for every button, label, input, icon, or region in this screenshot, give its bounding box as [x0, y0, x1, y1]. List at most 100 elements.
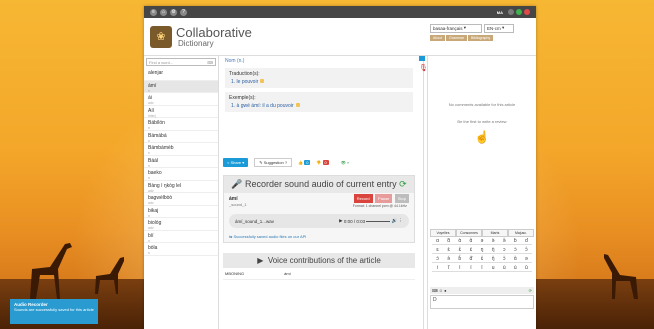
keyboard-key[interactable]: ú [509, 265, 521, 272]
settings-icon[interactable]: ⚙ [170, 8, 177, 16]
emoji-icon[interactable]: ☺ [439, 288, 443, 293]
word-list-item[interactable]: baeko n [144, 168, 218, 181]
recorder-title: 🎤 Recorder sound audio of current entry … [224, 176, 414, 193]
keyboard-key[interactable]: ɔ̂ [520, 247, 532, 254]
comment-input[interactable]: D [430, 295, 534, 309]
keyboard-key[interactable]: i [432, 265, 444, 272]
hand-pointer-icon[interactable]: ☝ [432, 130, 532, 144]
keyboard-key[interactable]: ǐ [476, 265, 488, 272]
more-options-icon[interactable]: ⋮ [399, 218, 404, 224]
keyboard-key[interactable]: ǝ̀ [487, 238, 499, 245]
word-list-item[interactable]: Bàng ì ŋkòg lel adv [144, 181, 218, 193]
close-icon[interactable] [419, 56, 425, 61]
audio-recorder-toast[interactable]: Audio Recorder Sounds are successfully s… [10, 299, 98, 324]
word-list-item[interactable]: ámí n [144, 80, 218, 93]
suggestion-button[interactable]: ✎ Suggestion ? [254, 158, 293, 167]
keyboard-key[interactable]: ɓ̌ [454, 256, 466, 263]
pause-button[interactable]: Pause [375, 194, 393, 203]
keyboard-key[interactable]: ɛ́ [465, 247, 477, 254]
keyboard-key[interactable]: ɛ [432, 247, 444, 254]
keyboard-key[interactable]: ĩ [443, 265, 455, 272]
tab-voyelles[interactable]: Voyelles [430, 229, 456, 237]
avatar[interactable] [508, 9, 514, 15]
tab-marts[interactable]: Marts [482, 229, 508, 237]
logo[interactable]: Collaborative Dictionary [176, 26, 252, 48]
audio-progress[interactable] [366, 220, 391, 222]
keyboard-icon[interactable]: ⌨ [207, 60, 213, 65]
keyboard-key[interactable]: ɓ [509, 238, 521, 245]
keyboard-key[interactable]: ɛ̌ [476, 256, 488, 263]
tab-grammar[interactable]: Grammar [446, 34, 467, 41]
keyboard-key[interactable]: ɛ̀ [443, 247, 455, 254]
view-toggle-icon[interactable]: 👁 » [341, 160, 349, 165]
tab-majusc[interactable]: Majusc. [508, 229, 534, 237]
keyboard-icon[interactable]: ⌨ [432, 288, 438, 293]
word-list-item[interactable]: Bábílón n [144, 118, 218, 131]
dislike-button[interactable]: 👎 0 [316, 160, 329, 165]
word-grammar: n [148, 151, 150, 155]
keyboard-key[interactable]: ŋ̌ [487, 256, 499, 263]
record-icon[interactable]: ● [444, 288, 446, 293]
refresh-icon[interactable]: ⟳ [399, 179, 407, 189]
keyboard-key[interactable]: ɑ̀ [454, 238, 466, 245]
keyboard-key[interactable]: ɔ́ [432, 256, 444, 263]
word-list-item[interactable]: bikaj n [144, 206, 218, 218]
keyboard-key[interactable]: ə [520, 256, 532, 263]
keyboard-key[interactable]: ɛ̂ [454, 247, 466, 254]
language-pair-select[interactable]: basaa-français ▾ [430, 23, 482, 33]
like-button[interactable]: 👍 0 [298, 160, 311, 165]
keyboard-key[interactable]: ǝ [476, 238, 488, 245]
keyboard-key[interactable]: ɗ [520, 238, 532, 245]
tab-bibliography[interactable]: Bibliography [467, 34, 494, 41]
keyboard-key[interactable]: ǔ [520, 265, 532, 272]
search-input[interactable]: Find a word... ⌨ [146, 58, 216, 66]
word-list-item[interactable]: Bámbámèb n [144, 143, 218, 156]
keyboard-key[interactable]: ɔ̌ [498, 256, 510, 263]
word-list-item[interactable]: alenjar [144, 68, 218, 81]
refresh-icon[interactable]: ⟳ [529, 288, 532, 293]
play-icon[interactable]: ▶ [339, 218, 342, 224]
word-grammar: n [148, 251, 150, 255]
keyboard-key[interactable]: u [487, 265, 499, 272]
notifications-icon[interactable] [524, 9, 530, 15]
home-icon[interactable]: ⌂ [160, 8, 167, 16]
scrollbar[interactable]: 🎙 [419, 56, 428, 329]
keyboard-key[interactable]: ì [454, 265, 466, 272]
word-list-item[interactable]: Báál n [144, 156, 218, 168]
word-list-item[interactable]: biológ adv [144, 218, 218, 231]
word-grammar: n [148, 126, 150, 130]
interface-language-select[interactable]: EN-cm ▾ [484, 23, 514, 33]
entry-content: Nom (n.) Traduction(s): 1. le pouvoir Ex… [219, 56, 419, 329]
word-list-item[interactable]: bòla n [144, 243, 218, 256]
tab-consonnes[interactable]: Consonnes [456, 229, 482, 237]
menu-icon[interactable]: ≡ [150, 8, 157, 16]
keyboard-key[interactable]: ɑ̂ [465, 238, 477, 245]
tab-about[interactable]: About [430, 34, 446, 41]
keyboard-key[interactable]: ŋ̀ [487, 247, 499, 254]
keyboard-key[interactable]: ŋ [476, 247, 488, 254]
keyboard-key[interactable]: ù [498, 265, 510, 272]
user-initials[interactable]: MA [497, 10, 503, 15]
keyboard-key[interactable]: ɔ̀ [509, 247, 521, 254]
keyboard-key[interactable]: ɗ̌ [465, 256, 477, 263]
word-list-item[interactable]: Aíí interj [144, 106, 218, 118]
word-list-item[interactable]: ái adv [144, 93, 218, 106]
stop-button[interactable]: Stop [394, 194, 409, 203]
help-icon[interactable]: ? [180, 8, 187, 16]
share-button[interactable]: < Share ▾ [223, 158, 249, 167]
keyboard-key[interactable]: ɑ̃ [443, 238, 455, 245]
edit-icon[interactable] [260, 79, 265, 83]
edit-icon[interactable] [295, 103, 300, 107]
volume-icon[interactable]: 🔊 [392, 218, 398, 224]
keyboard-key[interactable]: ǝ̌ [443, 256, 455, 263]
keyboard-key[interactable]: ɑ̌ [509, 256, 521, 263]
keyboard-key[interactable]: ǝ̂ [498, 238, 510, 245]
keyboard-key[interactable]: í [465, 265, 477, 272]
logo-icon: ❀ [150, 25, 172, 48]
keyboard-key[interactable]: ɔ [498, 247, 510, 254]
keyboard-key[interactable]: ɑ [432, 238, 444, 245]
word-list-item[interactable]: bagwèlbòò adv [144, 193, 218, 206]
word-list-item[interactable]: bíí n [144, 231, 218, 243]
record-button[interactable]: Record [353, 194, 373, 203]
word-list-item[interactable]: Bámábá n [144, 131, 218, 143]
